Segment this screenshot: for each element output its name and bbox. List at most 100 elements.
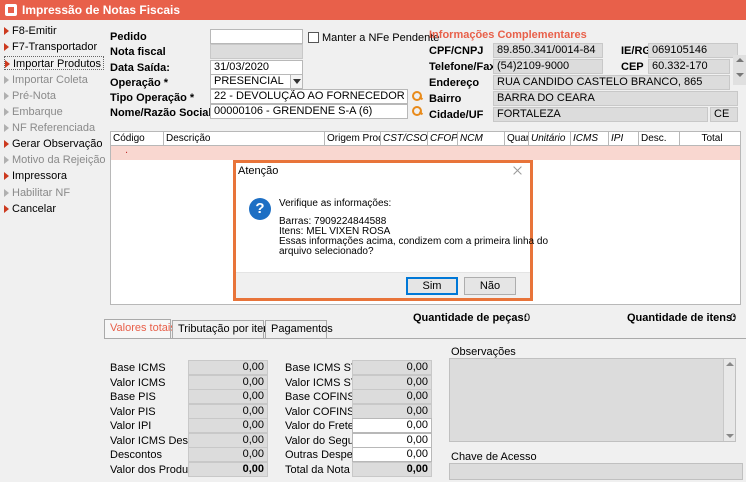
sidebar: F8-Emitir F7-Transportador Importar Prod… (0, 20, 106, 482)
col-descricao[interactable]: Descrição (164, 132, 325, 146)
search-icon[interactable] (411, 105, 423, 117)
arrow-icon (4, 172, 9, 180)
col-quant[interactable]: Quant (505, 132, 529, 146)
valor-icms-st-field: 0,00 (352, 375, 432, 390)
col-cst[interactable]: CST/CSOSN (381, 132, 428, 146)
chevron-down-icon[interactable] (290, 75, 302, 88)
col-unitario[interactable]: Unitário (529, 132, 571, 146)
base-cofins-label: Base COFINS (285, 391, 355, 403)
nota-fiscal-label: Nota fiscal (110, 46, 166, 58)
tipo-operacao-input[interactable]: 22 - DEVOLUÇÃO AO FORNECEDOR SEM DEFEITO (210, 89, 408, 104)
sidebar-item-label: Cancelar (12, 203, 57, 215)
sidebar-item-emitir[interactable]: F8-Emitir (4, 24, 57, 38)
nome-razao-input[interactable]: 00000106 - GRENDENE S-A (6) (210, 104, 408, 119)
sidebar-item-cancelar[interactable]: Cancelar (4, 202, 56, 216)
col-cfop[interactable]: CFOP (428, 132, 458, 146)
telefone-label: Telefone/Fax (429, 61, 496, 73)
cep-label: CEP (621, 61, 644, 73)
col-codigo[interactable]: Código (111, 132, 164, 146)
observacoes-scrollbar[interactable] (723, 359, 735, 441)
sidebar-item-importar-produtos[interactable]: Importar Produtos (4, 56, 105, 70)
tipo-operacao-label: Tipo Operação * (110, 92, 195, 104)
cidade-uf-label: Cidade/UF (429, 109, 484, 121)
sidebar-item-pre-nota[interactable]: Pré-Nota (4, 89, 56, 103)
sidebar-item-nf-referenciada[interactable]: NF Referenciada (4, 121, 95, 135)
outras-despesas-input[interactable]: 0,00 (352, 447, 432, 462)
col-total[interactable]: Total (680, 132, 742, 146)
col-desc[interactable]: Desc. (639, 132, 680, 146)
arrow-icon (4, 205, 9, 213)
info-section-title: Informações Complementares (429, 29, 587, 41)
valor-pis-label: Valor PIS (110, 406, 156, 418)
valor-frete-label: Valor do Frete (285, 420, 354, 432)
manter-pendente-checkbox[interactable] (308, 32, 319, 43)
sidebar-item-gerar-observacao[interactable]: Gerar Observação (4, 137, 102, 151)
base-cofins-field: 0,00 (352, 389, 432, 404)
dialog-title: Atenção (238, 165, 279, 177)
col-ncm[interactable]: NCM (458, 132, 505, 146)
tab-pagamentos[interactable]: Pagamentos (265, 320, 333, 338)
nota-fiscal-input (210, 44, 303, 59)
app-icon (5, 4, 17, 16)
nome-razao-label: Nome/Razão Social * (110, 107, 219, 119)
arrow-icon (4, 108, 9, 116)
valor-produtos-field: 0,00 (188, 462, 268, 477)
col-icms[interactable]: ICMS (571, 132, 609, 146)
sidebar-item-label: Importar Produtos (13, 58, 102, 70)
dialog-line-5: arquivo selecionado? (279, 246, 374, 257)
descontos-label: Descontos (110, 449, 162, 461)
sidebar-item-motivo-rejeicao[interactable]: Motivo da Rejeição (4, 153, 106, 167)
qtd-itens-value: 0 (730, 312, 737, 324)
sidebar-item-embarque[interactable]: Embarque (4, 105, 63, 119)
sidebar-item-transportador[interactable]: F7-Transportador (4, 40, 97, 54)
qtd-itens-label: Quantidade de itens: (627, 312, 736, 324)
uf-field: CE (710, 107, 738, 122)
ie-rg-label: IE/RG (621, 45, 651, 57)
valor-icms-destin-field: 0,00 (188, 433, 268, 448)
arrow-icon (4, 43, 9, 51)
base-pis-field: 0,00 (188, 389, 268, 404)
arrow-icon (4, 140, 9, 148)
cpf-cnpj-field: 89.850.341/0014-84 (493, 43, 603, 58)
close-icon[interactable] (512, 165, 524, 177)
valor-icms-label: Valor ICMS (110, 377, 166, 389)
bairro-field: BARRA DO CEARA (493, 91, 738, 106)
cep-field: 60.332-170 (648, 59, 730, 74)
arrow-icon (4, 124, 9, 132)
data-saida-label: Data Saída: (110, 62, 170, 74)
form-scrollbar[interactable] (733, 55, 746, 85)
valor-seguro-input[interactable]: 0,00 (352, 433, 432, 448)
col-origem[interactable]: Origem Prod (325, 132, 381, 146)
operacao-select[interactable]: PRESENCIAL (210, 74, 303, 89)
search-icon[interactable] (411, 90, 423, 102)
nao-button[interactable]: Não (464, 277, 516, 295)
tab-tributacao[interactable]: Tributação por item (172, 320, 272, 338)
col-ipi[interactable]: IPI (609, 132, 639, 146)
observacoes-textarea[interactable] (449, 358, 736, 442)
table-row[interactable]: . (111, 144, 740, 160)
endereco-label: Endereço (429, 77, 480, 89)
total-nota-label: Total da Nota (285, 464, 350, 476)
sidebar-item-label: Impressora (12, 170, 68, 182)
data-saida-input[interactable]: 31/03/2020 (210, 60, 303, 75)
arrow-icon (4, 27, 9, 35)
pedido-input[interactable] (210, 29, 303, 44)
tab-valores-totais[interactable]: Valores totais (104, 319, 176, 338)
sidebar-item-impressora[interactable]: Impressora (4, 169, 67, 183)
sim-button[interactable]: Sim (406, 277, 458, 295)
cpf-cnpj-label: CPF/CNPJ (429, 45, 484, 57)
manter-pendente-label: Manter a NFe Pendente (322, 32, 440, 44)
valor-pis-field: 0,00 (188, 404, 268, 419)
base-icms-label: Base ICMS (110, 362, 166, 374)
arrow-icon (4, 156, 9, 164)
dialog-footer: Sim Não (236, 272, 530, 298)
valor-cofins-label: Valor COFINS (285, 406, 355, 418)
operacao-label: Operação * (110, 77, 169, 89)
valor-ipi-field: 0,00 (188, 418, 268, 433)
sidebar-item-label: Gerar Observação (12, 138, 103, 150)
sidebar-item-habilitar-nf[interactable]: Habilitar NF (4, 186, 70, 200)
sidebar-item-importar-coleta[interactable]: Importar Coleta (4, 73, 88, 87)
sidebar-item-label: F8-Emitir (12, 25, 57, 37)
base-icms-st-field: 0,00 (352, 360, 432, 375)
valor-frete-input[interactable]: 0,00 (352, 418, 432, 433)
